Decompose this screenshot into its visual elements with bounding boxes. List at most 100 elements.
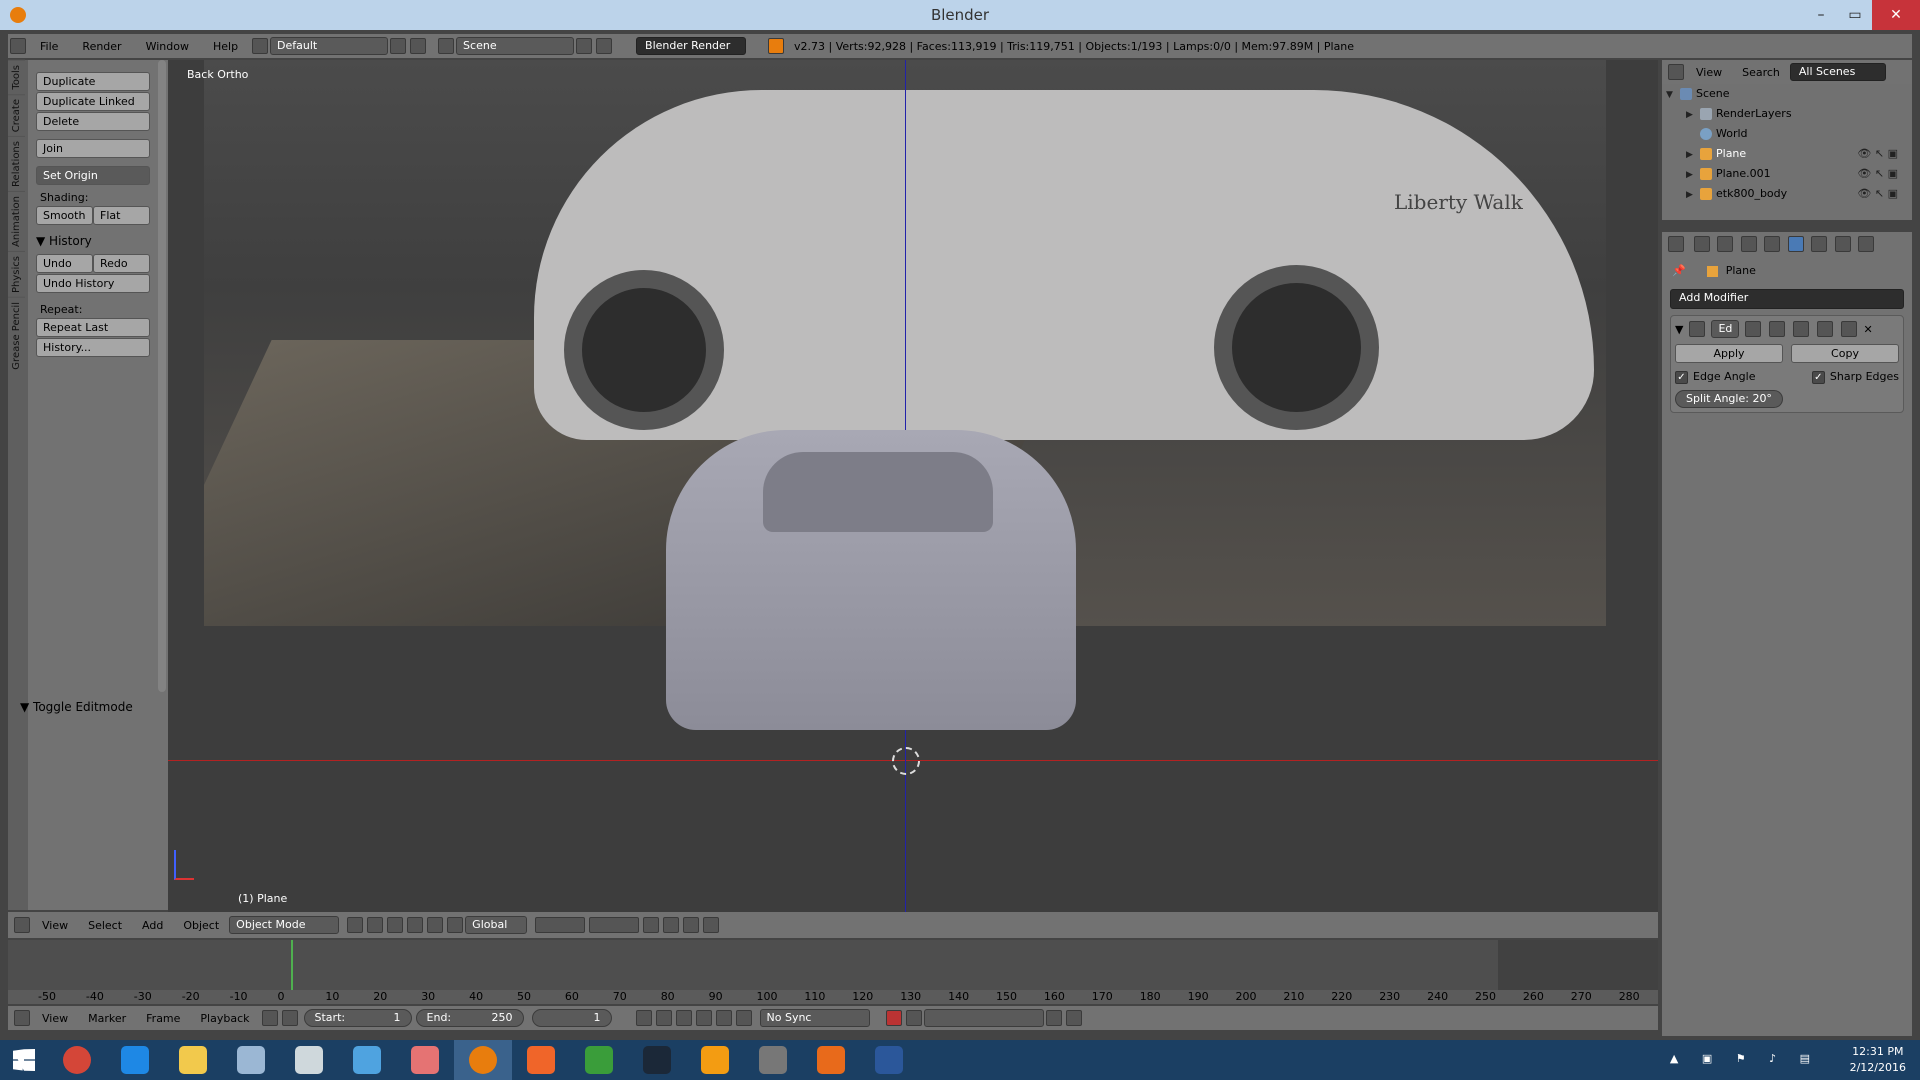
current-frame-field[interactable]: 1 (531, 1009, 612, 1027)
timeline-editor[interactable]: -50 -40 -30 -20 -10 0 10 20 30 40 50 60 70 80 90 100 110… (8, 940, 1658, 1004)
taskbar-app-game[interactable] (744, 1040, 802, 1080)
keying-set-icon[interactable] (905, 1010, 922, 1026)
expand-icon[interactable]: ▶ (1686, 105, 1700, 125)
expand-icon[interactable]: ▶ (1686, 185, 1700, 205)
minimize-button[interactable]: – (1804, 0, 1838, 30)
translate-icon[interactable] (407, 917, 424, 933)
undo-history-button[interactable]: Undo History (36, 274, 150, 293)
editmode-toggle-icon[interactable] (1793, 321, 1810, 337)
outliner-row-world[interactable]: World (1662, 124, 1912, 144)
editor-type-icon[interactable] (10, 38, 26, 54)
add-scene-icon[interactable] (576, 38, 593, 54)
viewport-toggle-icon[interactable] (1769, 321, 1786, 337)
editor-type-icon[interactable] (1668, 236, 1684, 252)
start-button[interactable] (0, 1040, 48, 1080)
expand-icon[interactable]: ▶ (1686, 165, 1700, 185)
render-toggle-icon[interactable] (1745, 321, 1762, 337)
taskbar-app-media[interactable] (686, 1040, 744, 1080)
texture-tab-icon[interactable] (1858, 236, 1874, 252)
edge-angle-checkbox[interactable]: ✓ Edge Angle (1675, 370, 1755, 384)
jump-start-icon[interactable] (635, 1010, 652, 1026)
delete-button[interactable]: Delete (36, 112, 150, 131)
copy-button[interactable]: Copy (1791, 344, 1899, 363)
layers-grid-a[interactable] (535, 917, 586, 933)
join-button[interactable]: Join (36, 139, 150, 158)
taskbar-app-notepad[interactable] (222, 1040, 280, 1080)
pin-icon[interactable]: 📌 (1672, 264, 1686, 277)
remove-modifier-icon[interactable]: ✕ (1863, 323, 1872, 336)
lock-camera-icon[interactable] (643, 917, 660, 933)
taskbar-app-paint[interactable] (396, 1040, 454, 1080)
tab-physics[interactable]: Physics (8, 250, 25, 297)
shading-mode-icon[interactable] (347, 917, 364, 933)
add-layout-icon[interactable] (390, 38, 407, 54)
taskbar-app-word[interactable] (860, 1040, 918, 1080)
modifier-name-field[interactable]: Ed (1711, 320, 1740, 338)
collapse-icon[interactable]: ▼ (1675, 323, 1683, 336)
layout-icon[interactable] (252, 38, 269, 54)
world-tab-icon[interactable] (1740, 236, 1757, 252)
duplicate-button[interactable]: Duplicate (36, 72, 150, 91)
outliner-row-scene[interactable]: ▼ Scene (1662, 84, 1912, 104)
object-tab-icon[interactable] (1764, 236, 1780, 252)
taskbar-app-ie[interactable] (106, 1040, 164, 1080)
material-tab-icon[interactable] (1834, 236, 1851, 252)
apply-button[interactable]: Apply (1675, 344, 1783, 363)
add-modifier-select[interactable]: Add Modifier (1670, 289, 1904, 309)
outliner-row-etk800-body[interactable]: ▶ etk800_body 👁 ↖ ▣ (1662, 184, 1912, 204)
set-origin-select[interactable]: Set Origin (36, 166, 150, 185)
taskbar-app-steam[interactable] (628, 1040, 686, 1080)
undo-button[interactable]: Undo (36, 254, 93, 273)
expand-icon[interactable]: ▶ (1686, 145, 1700, 165)
editor-type-icon[interactable] (1668, 64, 1684, 80)
tab-animation[interactable]: Animation (8, 190, 25, 251)
layout-selector[interactable]: Default (270, 37, 389, 55)
pivot-icon[interactable] (367, 917, 384, 933)
menu-help[interactable]: Help (201, 40, 250, 53)
taskbar-app-control-panel[interactable] (338, 1040, 396, 1080)
move-up-icon[interactable] (1817, 321, 1834, 337)
outliner-menu-search[interactable]: Search (1732, 66, 1790, 79)
proportional-edit-icon[interactable] (663, 917, 680, 933)
menu-render[interactable]: Render (70, 40, 133, 53)
outliner-row-plane[interactable]: ▶ Plane 👁 ↖ ▣ (1662, 144, 1912, 164)
manipulator-icon[interactable] (387, 917, 404, 933)
remove-layout-icon[interactable] (410, 38, 427, 54)
outliner-filter-select[interactable]: All Scenes (1789, 63, 1886, 81)
visibility-icons[interactable]: 👁 ↖ ▣ (1857, 144, 1898, 164)
menu-add[interactable]: Add (132, 919, 173, 932)
preview-range-icon[interactable] (261, 1010, 278, 1026)
taskbar-app-app[interactable] (512, 1040, 570, 1080)
taskbar-app-blender[interactable] (454, 1040, 512, 1080)
remove-scene-icon[interactable] (596, 38, 613, 54)
layers-grid-b[interactable] (589, 917, 640, 933)
scene-icon[interactable] (438, 38, 455, 54)
repeat-last-button[interactable]: Repeat Last (36, 318, 150, 337)
delete-keyframe-icon[interactable] (1065, 1010, 1082, 1026)
taskbar-app-mail[interactable] (280, 1040, 338, 1080)
keying-set-field[interactable] (923, 1009, 1044, 1027)
menu-window[interactable]: Window (134, 40, 201, 53)
history-panel-header[interactable]: ▼ History (36, 234, 150, 248)
sharp-edges-checkbox[interactable]: ✓ Sharp Edges (1811, 370, 1899, 384)
move-down-icon[interactable] (1841, 321, 1858, 337)
record-icon[interactable] (885, 1010, 902, 1026)
redo-button[interactable]: Redo (93, 254, 150, 273)
insert-keyframe-icon[interactable] (1045, 1010, 1062, 1026)
split-angle-field[interactable]: Split Angle: 20° (1675, 389, 1783, 408)
taskbar-app-excel[interactable] (570, 1040, 628, 1080)
menu-view[interactable]: View (32, 1012, 78, 1025)
menu-view[interactable]: View (32, 919, 78, 932)
jump-end-icon[interactable] (735, 1010, 752, 1026)
system-tray[interactable]: ▲ ▣ ⚑ ♪ ▤ (1670, 1052, 1820, 1065)
taskbar-app-app2[interactable] (802, 1040, 860, 1080)
tool-shelf-scrollbar[interactable] (158, 60, 166, 692)
flat-button[interactable]: Flat (93, 206, 150, 225)
mode-select[interactable]: Object Mode (229, 916, 340, 934)
3d-cursor-icon[interactable] (892, 747, 920, 775)
data-tab-icon[interactable] (1811, 236, 1827, 252)
menu-frame[interactable]: Frame (136, 1012, 190, 1025)
outliner-menu-view[interactable]: View (1686, 66, 1732, 79)
orientation-select[interactable]: Global (465, 916, 528, 934)
play-reverse-icon[interactable] (675, 1010, 692, 1026)
